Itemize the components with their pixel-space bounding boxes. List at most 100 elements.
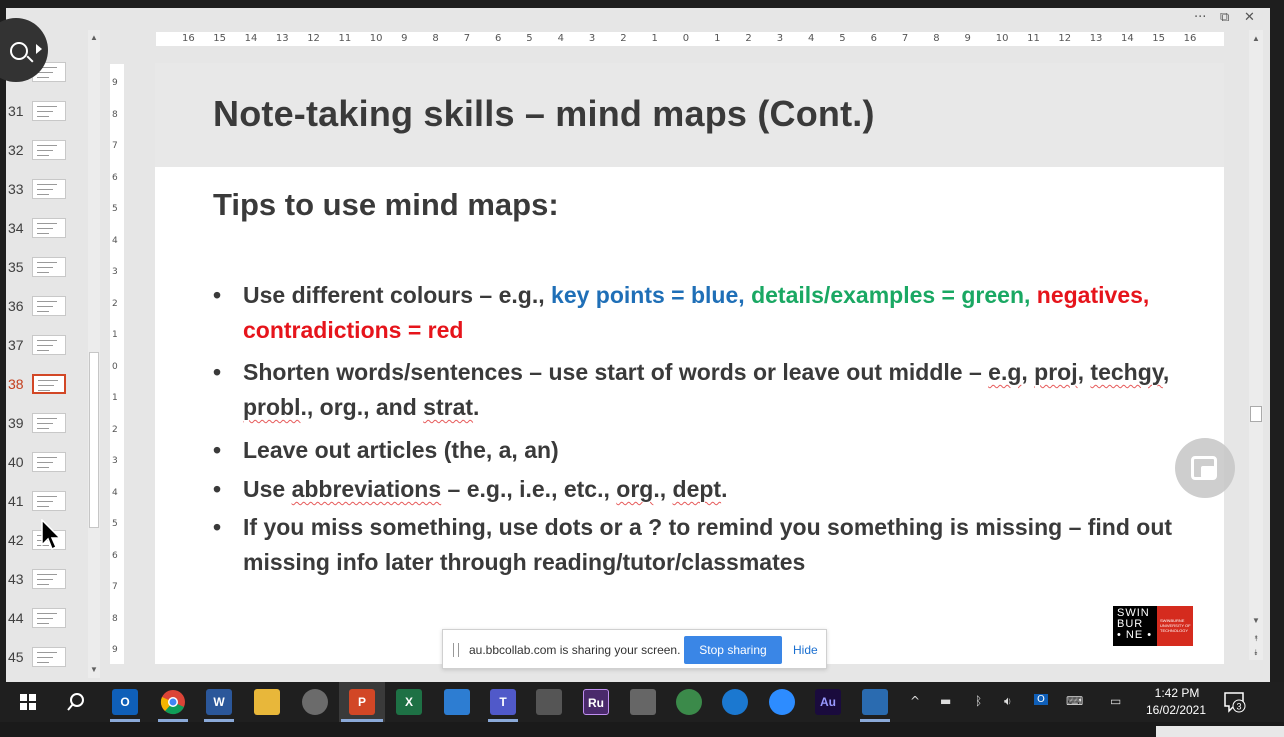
thumbnails-scrollbar[interactable]: ▲ ▼ <box>88 30 100 678</box>
ruler-tick: 5 <box>112 204 118 214</box>
excel-icon[interactable]: X <box>396 689 422 715</box>
drag-handle-icon[interactable] <box>453 643 459 657</box>
rush-icon[interactable]: Ru <box>583 689 609 715</box>
slide-title: Note-taking skills – mind maps (Cont.) <box>213 93 875 134</box>
bullet-text-segment: ., <box>653 476 673 502</box>
slide-thumbnail[interactable]: 31 <box>6 101 88 131</box>
ruler-tick: 8 <box>112 109 118 120</box>
screen: ··· ⧉ ✕ 30313233343536373839404142434445… <box>0 0 1284 737</box>
slide-thumbnail[interactable]: 41 <box>6 491 88 521</box>
chrome-icon[interactable] <box>160 689 186 715</box>
stop-sharing-button[interactable]: Stop sharing <box>684 636 782 664</box>
slide-thumbnail[interactable]: 45 <box>6 647 88 677</box>
clock-date[interactable]: 16/02/2021 <box>1138 703 1214 717</box>
bullet-text-green: details/examples = green, <box>751 282 1037 308</box>
outlook-tray-icon[interactable]: O <box>1034 694 1048 705</box>
ruler-tick: 4 <box>112 487 118 498</box>
scroll-down-icon[interactable]: ▼ <box>88 664 100 676</box>
notification-center-icon[interactable]: 3 <box>1222 690 1246 714</box>
slide-thumbnail-image <box>32 452 66 472</box>
teams-icon[interactable]: T <box>490 689 516 715</box>
ruler-tick: 16 <box>1183 33 1197 44</box>
picture-in-picture-button[interactable] <box>1175 438 1235 498</box>
volume-icon[interactable]: 🔉︎ <box>1004 694 1012 709</box>
bluetooth-icon[interactable]: ᛒ <box>975 694 982 708</box>
slide-scrollbar[interactable]: ▲ ▼ ⯭ ⯯ <box>1249 30 1263 660</box>
slide-thumbnail[interactable]: 40 <box>6 452 88 482</box>
slide-thumbnail[interactable]: 38 <box>6 374 88 404</box>
bullet-dot: • <box>213 437 222 463</box>
ruler-tick: 3 <box>112 267 118 277</box>
slide-thumbnail[interactable]: 33 <box>6 179 88 209</box>
spellcheck-word: probl <box>243 394 301 420</box>
slide-subtitle: Tips to use mind maps: <box>213 187 559 222</box>
desktop-icon[interactable]: ▭ <box>1110 694 1121 708</box>
slide-canvas[interactable]: Note-taking skills – mind maps (Cont.) T… <box>155 63 1224 664</box>
camera-icon[interactable] <box>536 689 562 715</box>
spellcheck-word: dept <box>672 476 722 502</box>
close-icon[interactable]: ✕ <box>1244 10 1255 26</box>
slide-thumbnail-image <box>32 296 66 316</box>
scroll-down-icon[interactable]: ▼ <box>1249 614 1263 628</box>
file-explorer-icon[interactable] <box>254 689 280 715</box>
ruler-tick: 14 <box>244 33 258 44</box>
word-icon[interactable]: W <box>206 689 232 715</box>
zoom-icon[interactable] <box>769 689 795 715</box>
photos-icon[interactable] <box>862 689 888 715</box>
ruler-tick: 6 <box>112 172 118 183</box>
window-icon-inner <box>1201 466 1215 478</box>
onedrive-icon[interactable] <box>444 689 470 715</box>
slide-thumbnail[interactable]: 34 <box>6 218 88 248</box>
restore-icon[interactable]: ⧉ <box>1220 10 1229 26</box>
slide-number: 36 <box>8 298 24 314</box>
slide-thumbnail[interactable]: 36 <box>6 296 88 326</box>
scroll-up-icon[interactable]: ▲ <box>88 32 100 44</box>
slide-number: 34 <box>8 220 24 236</box>
ruler-tick: 6 <box>112 550 118 561</box>
powerpoint-icon[interactable]: P <box>349 689 375 715</box>
keyboard-icon[interactable]: ⌨ <box>1066 694 1083 708</box>
slide-number: 45 <box>8 649 24 665</box>
slide-thumbnail-image <box>32 257 66 277</box>
microphone-icon[interactable] <box>630 689 656 715</box>
slide-thumbnail[interactable]: 37 <box>6 335 88 365</box>
slide-thumbnail-image <box>32 647 66 667</box>
slide-scroll-thumb[interactable] <box>1250 406 1262 422</box>
bullet-dot: • <box>213 514 222 540</box>
clock-time[interactable]: 1:42 PM <box>1148 686 1206 700</box>
ruler-tick: 9 <box>112 78 118 88</box>
bullet-text-segment: . <box>473 394 480 420</box>
ruler-tick: 7 <box>112 582 118 592</box>
slide-thumbnail[interactable]: 35 <box>6 257 88 287</box>
thumbnails-scroll-thumb[interactable] <box>89 352 99 528</box>
outlook-icon[interactable]: O <box>112 689 138 715</box>
ruler-tick: 1 <box>651 33 658 44</box>
globe-icon[interactable] <box>676 689 702 715</box>
slide-thumbnail[interactable]: 44 <box>6 608 88 638</box>
ruler-tick: 5 <box>526 33 533 44</box>
slide-thumbnail[interactable]: 32 <box>6 140 88 170</box>
more-options-icon[interactable]: ··· <box>1194 10 1206 26</box>
slide-number: 44 <box>8 610 24 626</box>
bullet-text-blue: key points = blue, <box>551 282 752 308</box>
ruler-tick: 2 <box>745 33 752 44</box>
ruler-tick: 14 <box>1121 33 1134 44</box>
windows-start-icon[interactable] <box>20 694 36 710</box>
audition-icon[interactable]: Au <box>815 689 841 715</box>
screen-sharing-bar: au.bbcollab.com is sharing your screen. … <box>442 629 827 669</box>
show-hidden-icons-icon[interactable]: ^ <box>910 694 920 708</box>
bullet-text-segment: Use <box>243 476 292 502</box>
scroll-up-icon[interactable]: ▲ <box>1249 32 1263 46</box>
previous-slide-icon[interactable]: ⯭ <box>1249 632 1263 646</box>
snipping-tool-icon[interactable] <box>302 689 328 715</box>
slide-thumbnail[interactable]: 39 <box>6 413 88 443</box>
slide-thumbnail[interactable]: 43 <box>6 569 88 599</box>
search-icon[interactable] <box>66 692 86 712</box>
ruler-tick: 13 <box>1089 33 1103 44</box>
slide-thumbnail-image <box>32 179 66 199</box>
battery-icon[interactable]: ▬ <box>940 694 951 708</box>
hide-button[interactable]: Hide <box>793 643 818 657</box>
internet-explorer-icon[interactable] <box>722 689 748 715</box>
bullet-text: Use abbreviations – e.g., i.e., etc., or… <box>243 472 1183 507</box>
next-slide-icon[interactable]: ⯯ <box>1249 646 1263 660</box>
